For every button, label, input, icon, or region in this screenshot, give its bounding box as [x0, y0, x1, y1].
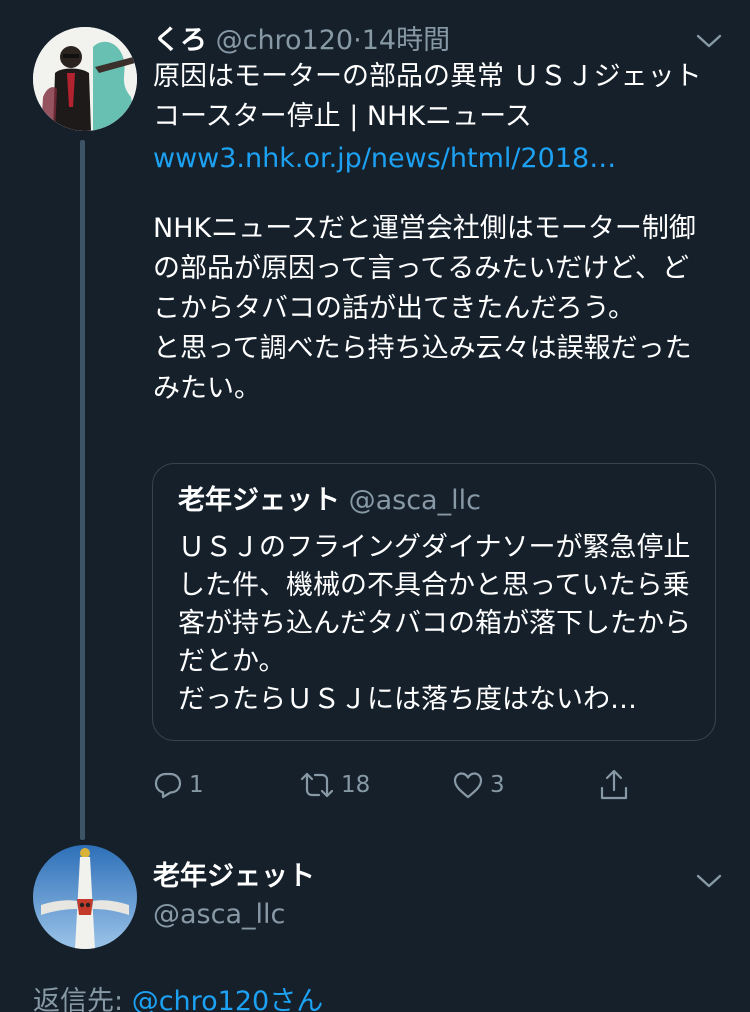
quoted-tweet-header: 老年ジェット @asca_llc — [178, 482, 481, 520]
quoted-author-name: 老年ジェット — [178, 485, 340, 516]
tweet-body: NHKニュースだと運営会社側はモーター制御の部品が原因って言ってるみたいだけど、… — [153, 213, 696, 404]
author-name[interactable]: くろ — [153, 25, 207, 56]
chevron-down-icon[interactable] — [696, 873, 722, 889]
avatar[interactable] — [33, 27, 137, 131]
avatar[interactable] — [33, 845, 137, 949]
retweet-icon — [300, 772, 334, 798]
tweet-thread-page: くろ @chro120·14時間 原因はモーターの部品の異常 ＵＳＪジェットコー… — [0, 0, 750, 1012]
like-count: 3 — [490, 772, 505, 798]
reply-to-link[interactable]: @chro120さん — [132, 986, 324, 1012]
reply-author-name[interactable]: 老年ジェット — [153, 858, 315, 896]
reply-to-label: 返信先: — [33, 986, 132, 1012]
tweet-link[interactable]: www3.nhk.or.jp/news/html/2018… — [153, 139, 616, 179]
tweet-time[interactable]: 14時間 — [362, 25, 450, 56]
reply-button[interactable]: 1 — [153, 765, 204, 805]
reply-author-handle[interactable]: @asca_llc — [153, 896, 285, 934]
like-icon — [453, 772, 483, 799]
chevron-down-icon[interactable] — [696, 33, 722, 49]
tweet-headline: 原因はモーターの部品の異常 ＵＳＪジェットコースター停止 | NHKニュース — [153, 61, 702, 132]
separator-dot: · — [353, 25, 362, 56]
like-button[interactable]: 3 — [452, 765, 505, 805]
tweet-header: くろ @chro120·14時間 — [153, 22, 450, 60]
retweet-button[interactable]: 18 — [299, 765, 370, 805]
thread-connector-line — [80, 140, 85, 840]
quoted-author-handle: @asca_llc — [348, 485, 481, 516]
quoted-tweet-text: ＵＳＪのフライングダイナソーが緊急停止した件、機械の不具合かと思っていたら乗客が… — [178, 532, 691, 715]
reply-to-line: 返信先: @chro120さん — [33, 982, 323, 1012]
author-handle[interactable]: @chro120 — [216, 25, 354, 56]
retweet-count: 18 — [341, 772, 371, 798]
reply-icon — [154, 772, 182, 799]
quoted-tweet-card[interactable]: 老年ジェット @asca_llc ＵＳＪのフライングダイナソーが緊急停止した件、… — [152, 463, 716, 741]
share-button[interactable] — [598, 765, 630, 805]
share-icon — [600, 769, 628, 800]
reply-count: 1 — [189, 772, 204, 798]
